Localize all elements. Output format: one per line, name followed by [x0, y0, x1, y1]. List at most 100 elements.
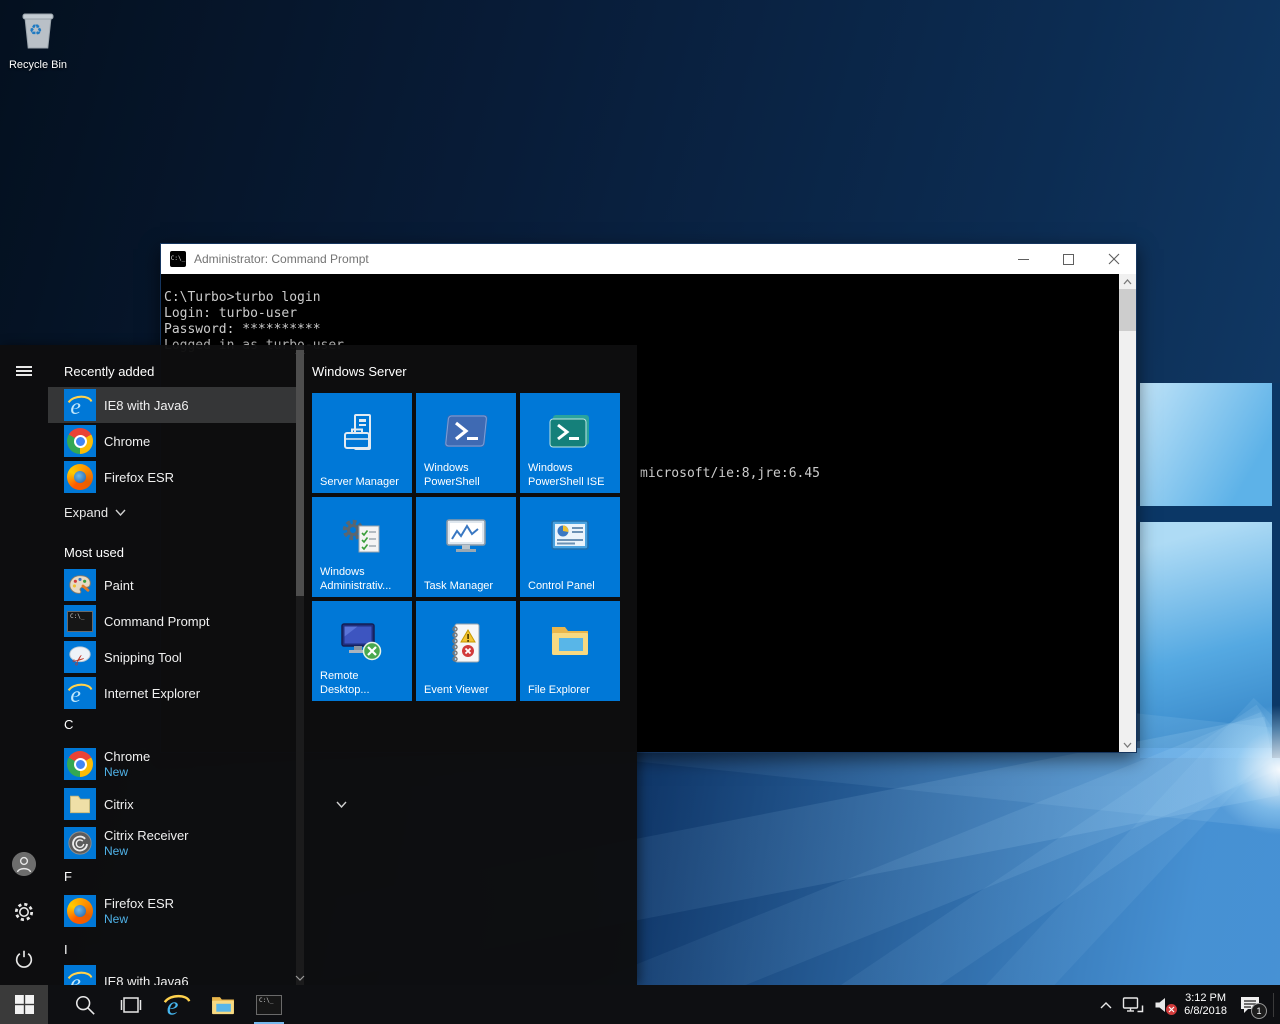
- tile-label: Windows PowerShell: [424, 461, 511, 489]
- hidden-icons-button[interactable]: [1100, 1001, 1112, 1009]
- minimize-icon: [1018, 254, 1029, 265]
- tile-server-manager[interactable]: Server Manager: [312, 393, 412, 493]
- app-item-paint[interactable]: Paint: [64, 567, 288, 603]
- list-scroll-down-icon[interactable]: [293, 972, 307, 984]
- app-item-firefox-esr-new[interactable]: Firefox ESR New: [64, 890, 288, 932]
- admin-tools-icon: [312, 517, 412, 559]
- volume-button[interactable]: [1154, 996, 1174, 1014]
- show-desktop-edge[interactable]: [1273, 993, 1274, 1017]
- app-item-firefox-esr[interactable]: Firefox ESR: [64, 459, 288, 495]
- folder-chevron-down-icon[interactable]: [336, 795, 347, 813]
- tile-control-panel[interactable]: Control Panel: [520, 497, 620, 597]
- section-letter-f[interactable]: F: [64, 869, 72, 884]
- new-badge: New: [104, 765, 150, 780]
- start-button[interactable]: [0, 985, 48, 1024]
- chrome-icon: [64, 425, 96, 457]
- citrix-receiver-icon: [64, 827, 96, 859]
- app-item-internet-explorer[interactable]: e Internet Explorer: [64, 675, 288, 711]
- task-view-icon: [119, 996, 143, 1014]
- app-item-citrix-folder[interactable]: Citrix: [64, 786, 288, 822]
- taskbar-file-explorer[interactable]: [200, 985, 246, 1024]
- network-button[interactable]: [1122, 996, 1144, 1014]
- console-line: Password: **********: [164, 322, 344, 338]
- hamburger-icon: [16, 364, 32, 378]
- tile-label: Windows PowerShell ISE: [528, 461, 615, 489]
- tile-windows-powershell[interactable]: Windows PowerShell: [416, 393, 516, 493]
- tile-remote-desktop[interactable]: Remote Desktop...: [312, 601, 412, 701]
- taskbar: e C:\_: [0, 985, 1280, 1024]
- app-item-command-prompt[interactable]: C:\_ Command Prompt: [64, 603, 288, 639]
- task-view-button[interactable]: [108, 985, 154, 1024]
- app-list-scrollbar[interactable]: [296, 345, 304, 985]
- ie-icon: e: [64, 965, 96, 985]
- scrollbar-thumb[interactable]: [1119, 289, 1136, 331]
- tile-group-header[interactable]: Windows Server: [312, 364, 407, 379]
- app-item-label: IE8 with Java6: [104, 398, 189, 413]
- clock-time: 3:12 PM: [1184, 992, 1227, 1005]
- power-button[interactable]: [12, 947, 36, 971]
- app-item-label: Firefox ESR: [104, 896, 174, 912]
- tile-label: Control Panel: [528, 579, 615, 593]
- power-icon: [13, 948, 35, 970]
- maximize-icon: [1063, 254, 1074, 265]
- file-explorer-icon: [209, 993, 237, 1017]
- minimize-button[interactable]: [1001, 244, 1046, 274]
- taskbar-internet-explorer[interactable]: e: [154, 985, 200, 1024]
- tile-windows-administrative-tools[interactable]: Windows Administrativ...: [312, 497, 412, 597]
- tile-event-viewer[interactable]: Event Viewer: [416, 601, 516, 701]
- gear-icon: [13, 901, 35, 923]
- wallpaper-window-pane-top: [1140, 383, 1272, 506]
- user-avatar-icon: [12, 852, 36, 876]
- search-button[interactable]: [62, 985, 108, 1024]
- app-item-chrome[interactable]: Chrome: [64, 423, 288, 459]
- settings-button[interactable]: [12, 900, 36, 924]
- app-item-label: IE8 with Java6: [104, 974, 189, 986]
- app-item-ie8-with-java6-list[interactable]: e IE8 with Java6: [64, 963, 288, 985]
- tile-task-manager[interactable]: Task Manager: [416, 497, 516, 597]
- app-item-label: Chrome: [104, 749, 150, 765]
- app-item-snipping-tool[interactable]: ✂ Snipping Tool: [64, 639, 288, 675]
- tile-windows-powershell-ise[interactable]: Windows PowerShell ISE: [520, 393, 620, 493]
- event-viewer-icon: [416, 621, 516, 665]
- maximize-button[interactable]: [1046, 244, 1091, 274]
- app-item-label: Chrome: [104, 434, 150, 449]
- start-menu: Recently added e IE8 with Java6 Chrome F…: [0, 345, 637, 985]
- close-button[interactable]: [1091, 244, 1136, 274]
- menu-hamburger-button[interactable]: [12, 359, 36, 383]
- section-letter-i[interactable]: I: [64, 942, 68, 957]
- snipping-tool-icon: ✂: [64, 641, 96, 673]
- taskbar-command-prompt[interactable]: C:\_: [246, 985, 292, 1024]
- scrollbar-thumb[interactable]: [296, 350, 304, 596]
- new-badge: New: [104, 844, 189, 859]
- tile-label: File Explorer: [528, 683, 615, 697]
- console-line-fragment: microsoft/ie:8,jre:6.45: [640, 466, 820, 481]
- app-item-citrix-receiver-new[interactable]: Citrix Receiver New: [64, 822, 288, 864]
- system-tray: 3:12 PM 6/8/2018 1: [1100, 985, 1274, 1024]
- console-scrollbar[interactable]: [1119, 274, 1136, 752]
- user-account-button[interactable]: [12, 852, 36, 876]
- expand-button[interactable]: Expand: [64, 505, 126, 520]
- action-center-button[interactable]: 1: [1237, 992, 1263, 1018]
- app-item-chrome-new[interactable]: Chrome New: [64, 743, 288, 785]
- folder-icon: [64, 788, 96, 820]
- powershell-ise-icon: [520, 413, 620, 451]
- scroll-up-icon[interactable]: [1119, 274, 1136, 289]
- desktop: ♻ Recycle Bin C:\_ Administrator: Comman…: [0, 0, 1280, 1024]
- chevron-up-icon: [1100, 1001, 1112, 1009]
- taskbar-clock[interactable]: 3:12 PM 6/8/2018: [1184, 992, 1227, 1018]
- ie-icon: e: [162, 990, 192, 1020]
- recycle-bin[interactable]: ♻ Recycle Bin: [6, 6, 70, 71]
- firefox-icon: [64, 461, 96, 493]
- remote-desktop-icon: [312, 621, 412, 663]
- task-manager-icon: [416, 517, 516, 557]
- app-item-ie8-with-java6[interactable]: e IE8 with Java6: [64, 387, 288, 423]
- paint-icon: [64, 569, 96, 601]
- scroll-down-icon[interactable]: [1119, 737, 1136, 752]
- firefox-icon: [64, 895, 96, 927]
- cmd-icon: C:\_: [256, 995, 282, 1015]
- tile-label: Event Viewer: [424, 683, 511, 697]
- window-titlebar[interactable]: C:\_ Administrator: Command Prompt: [161, 244, 1136, 274]
- section-letter-c[interactable]: C: [64, 717, 73, 732]
- control-panel-icon: [520, 517, 620, 555]
- tile-file-explorer[interactable]: File Explorer: [520, 601, 620, 701]
